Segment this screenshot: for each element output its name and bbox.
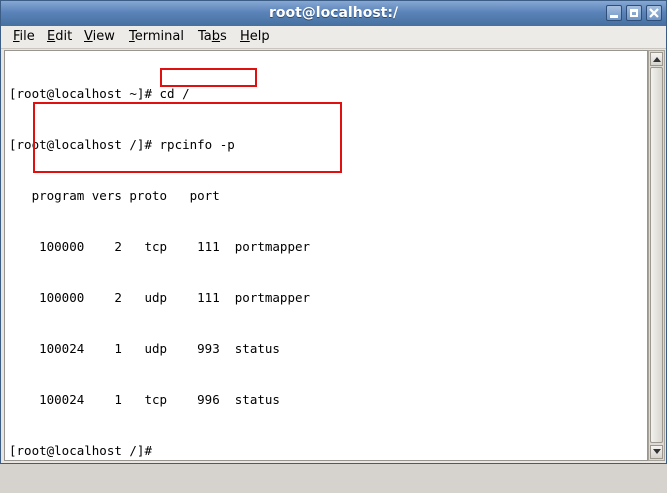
menu-edit[interactable]: Edit bbox=[47, 29, 72, 44]
table-header: program vers proto port bbox=[9, 188, 220, 203]
command-highlight bbox=[160, 68, 257, 87]
vertical-scrollbar[interactable] bbox=[648, 50, 665, 461]
menu-file[interactable]: File bbox=[13, 29, 35, 44]
menu-terminal[interactable]: Terminal bbox=[129, 29, 184, 44]
arrow-down-icon bbox=[653, 449, 661, 454]
table-row: 100000 2 tcp 111 portmapper bbox=[9, 239, 311, 254]
close-button[interactable] bbox=[646, 5, 662, 21]
maximize-icon bbox=[630, 9, 638, 17]
table-row: 100000 2 udp 111 portmapper bbox=[9, 290, 311, 305]
scroll-down-button[interactable] bbox=[650, 445, 663, 459]
table-row: 100024 1 tcp 996 status bbox=[9, 392, 280, 407]
title-bar[interactable]: root@localhost:/ bbox=[1, 1, 666, 26]
close-icon bbox=[649, 8, 659, 18]
arrow-up-icon bbox=[653, 57, 661, 62]
scroll-up-button[interactable] bbox=[650, 52, 663, 66]
menu-help[interactable]: Help bbox=[240, 29, 270, 44]
maximize-button[interactable] bbox=[626, 5, 642, 21]
terminal-window: root@localhost:/ File Edit View Terminal… bbox=[0, 0, 667, 464]
terminal-line: [root@localhost ~]# cd / bbox=[9, 86, 190, 101]
menu-bar: File Edit View Terminal Tabs Help bbox=[1, 26, 666, 49]
output-highlight bbox=[33, 102, 342, 173]
table-row: 100024 1 udp 993 status bbox=[9, 341, 280, 356]
terminal-area[interactable]: [root@localhost ~]# cd / [root@localhost… bbox=[4, 50, 648, 461]
window-title: root@localhost:/ bbox=[268, 5, 399, 21]
minimize-icon bbox=[610, 15, 618, 18]
terminal-line: [root@localhost /]# bbox=[9, 443, 160, 458]
menu-tabs[interactable]: Tabs bbox=[198, 29, 227, 44]
menu-view[interactable]: View bbox=[84, 29, 115, 44]
minimize-button[interactable] bbox=[606, 5, 622, 21]
scroll-thumb[interactable] bbox=[650, 67, 663, 443]
